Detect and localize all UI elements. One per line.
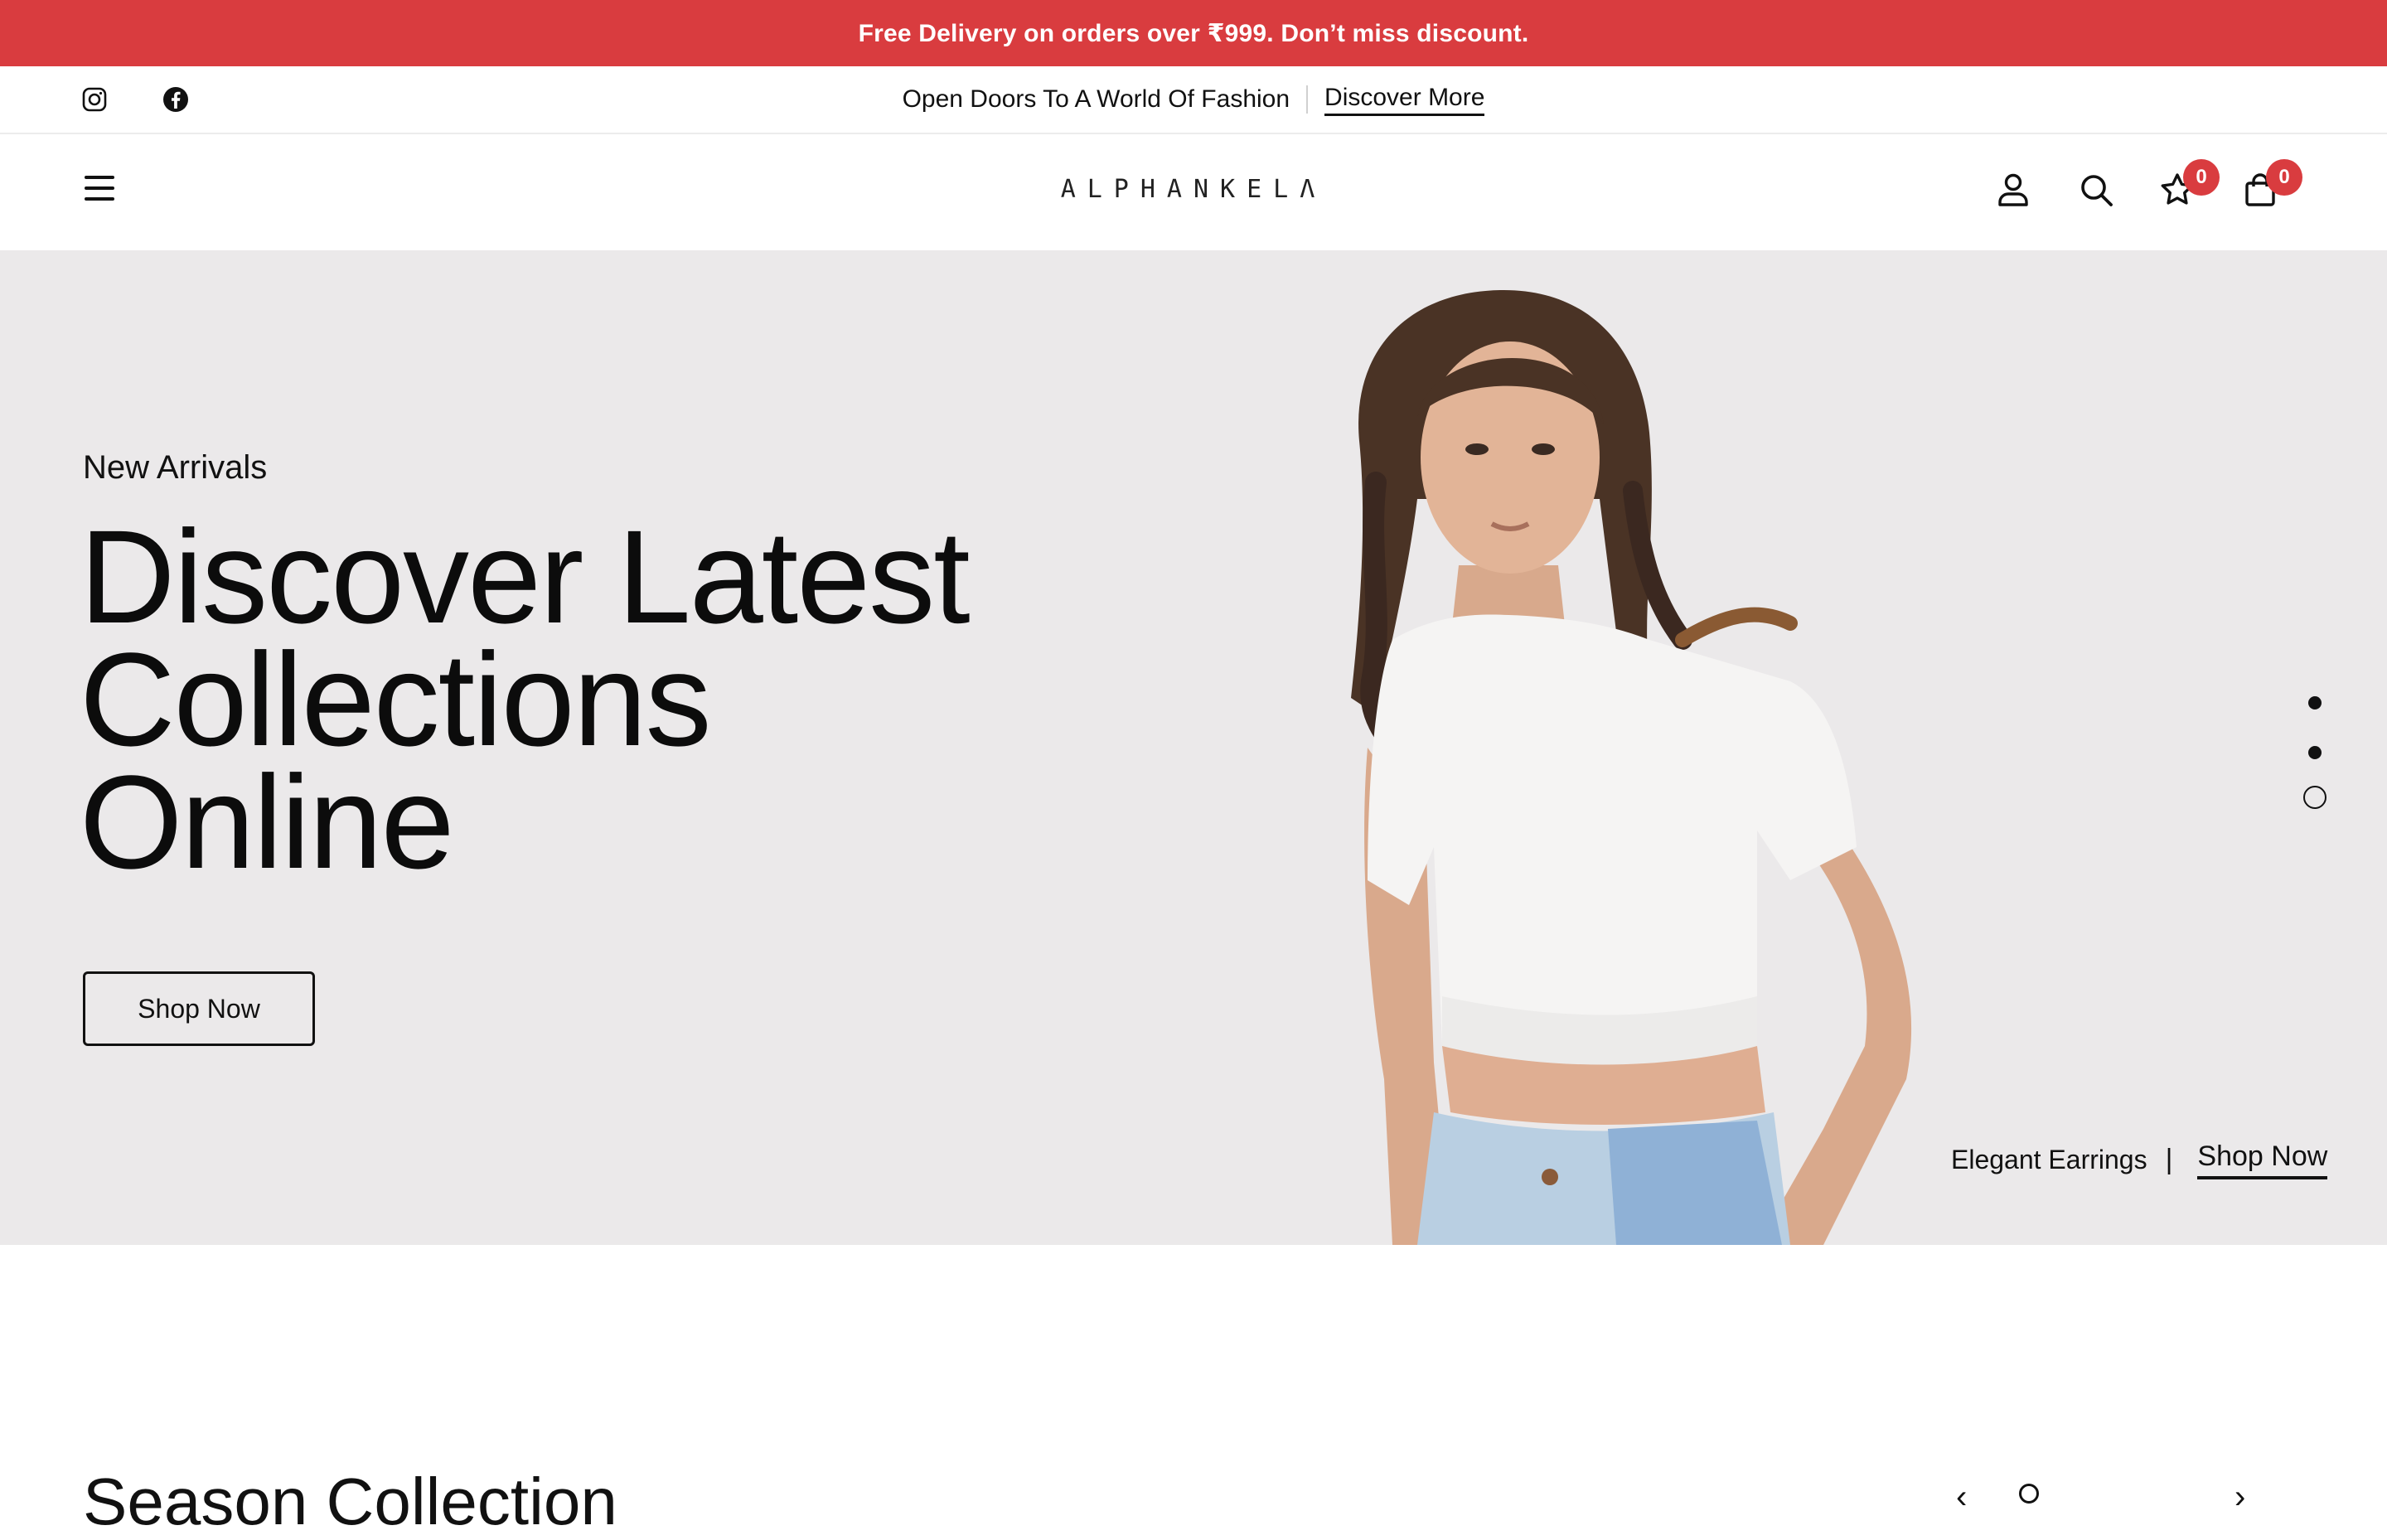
caption-separator: | [2165,1144,2173,1175]
carousel-prev-icon[interactable]: ‹ [1956,1479,1967,1515]
site-header: ALPHANKELΛ 0 0 [0,134,2387,250]
caption-shop-now-link[interactable]: Shop Now [2197,1140,2328,1179]
hero-title-line: Online [80,748,455,896]
wishlist-count-badge: 0 [2183,159,2220,196]
top-info-bar: Open Doors To A World Of Fashion Discove… [0,66,2387,134]
announcement-text: Free Delivery on orders over ₹999. Don’t… [858,19,1529,47]
promo-text: Open Doors To A World Of Fashion [902,85,1290,113]
hero-subtitle: New Arrivals [83,449,268,486]
hero-title-line: Discover Latest [80,502,971,651]
slide-dot[interactable] [2308,746,2322,759]
caption-product: Elegant Earrings [1951,1145,2147,1174]
carousel-next-icon[interactable]: › [2234,1479,2245,1515]
slide-dot[interactable] [2308,696,2322,709]
hero-banner: New Arrivals Discover Latest Collections… [0,250,2387,1245]
hero-title-line: Collections [80,625,712,773]
section-title: Season Collection [83,1465,617,1538]
search-icon[interactable] [2077,171,2118,212]
wishlist-button[interactable]: 0 [2158,159,2220,212]
user-icon[interactable] [1994,171,2036,212]
model-photo [1351,289,1912,1245]
shop-now-button[interactable]: Shop Now [83,971,315,1046]
brand-logo[interactable]: ALPHANKELΛ [1061,172,1315,206]
cart-count-badge: 0 [2266,159,2302,196]
carousel-indicator[interactable] [2019,1484,2039,1504]
slide-caption: Elegant Earrings | Shop Now [1951,1140,2328,1179]
cart-button[interactable]: 0 [2241,159,2302,212]
announcement-bar: Free Delivery on orders over ₹999. Don’t… [0,0,2387,66]
promo-divider [1306,85,1309,114]
menu-icon[interactable] [85,176,118,206]
hero-title: Discover Latest Collections Online [80,502,991,896]
promo-message: Open Doors To A World Of Fashion Discove… [0,66,2387,133]
slide-dot-active[interactable] [2303,786,2326,809]
discover-more-link[interactable]: Discover More [1324,84,1485,116]
